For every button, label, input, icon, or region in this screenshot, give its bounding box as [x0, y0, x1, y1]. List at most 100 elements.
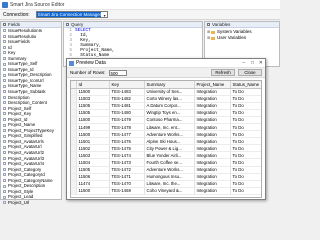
table-row[interactable]: 11500 TES-1477 Adventure Works... Integrati…: [71, 130, 261, 139]
table-cell: Adventure Works...: [144, 166, 195, 174]
column-header[interactable]: Id: [76, 81, 110, 89]
field-icon: [3, 73, 6, 77]
query-panel-title: Query: [71, 22, 84, 27]
rows-label: Number of Rows:: [70, 70, 106, 75]
table-cell: Litware, Inc. ent...: [144, 123, 195, 132]
table-row[interactable]: 11500 TES-1469 Coho Vineyard &... Integrati…: [71, 187, 261, 195]
table-cell: TES-1483: [109, 88, 145, 96]
table-cell: TES-1479: [109, 116, 145, 124]
connection-select[interactable]: Smart Jira Connection Manager ▾: [35, 11, 108, 18]
close-button[interactable]: Close: [238, 69, 262, 76]
table-cell: To Do: [230, 187, 261, 195]
rows-input[interactable]: 500: [108, 69, 127, 76]
preview-window-icon: [69, 60, 74, 66]
table-cell: Fourth Coffee se...: [144, 158, 195, 167]
table-cell: Integration: [194, 95, 231, 103]
field-icon: [3, 145, 6, 149]
field-icon: [3, 29, 6, 33]
table-row[interactable]: 11505 TES-1480 Wingtip Toys en... Integrati…: [71, 109, 261, 117]
preview-title: Preview Data: [76, 60, 106, 66]
field-icon: [3, 68, 6, 72]
table-row[interactable]: 11499 TES-1478 Litware, Inc. ent... Integra…: [71, 123, 261, 132]
connection-label: Connection:: [3, 11, 30, 18]
table-cell: Integration: [194, 187, 231, 195]
table-cell: To Do: [230, 151, 261, 160]
table-row[interactable]: 11501 TES-1476 Alpine Ski Hous... Integrati…: [71, 137, 261, 146]
table-row[interactable]: 11505 TES-1481 A Datum Corpor... Integratio…: [71, 102, 261, 110]
table-cell: Integration: [194, 137, 231, 146]
table-cell: Integration: [194, 130, 231, 139]
connection-bar: Connection: Smart Jira Connection Manage…: [0, 10, 280, 20]
column-header[interactable]: Key: [109, 81, 145, 89]
maximize-icon[interactable]: □: [251, 60, 254, 66]
field-icon: [3, 118, 6, 122]
table-cell: Adventure Works...: [144, 130, 195, 139]
connection-selected-value: Smart Jira Connection Manager: [36, 12, 101, 17]
table-cell: TES-1469: [109, 187, 145, 195]
table-cell: Integration: [194, 102, 231, 110]
table-row[interactable]: 11474 TES-1470 Litware, Inc. the... Integra…: [71, 180, 261, 188]
table-cell: TES-1473: [109, 158, 145, 167]
table-cell: 11474: [76, 180, 110, 188]
collapse-icon[interactable]: [3, 23, 6, 26]
table-row[interactable]: 11504 TES-1473 Fourth Coffee se... Integrat…: [71, 158, 261, 167]
tree-item[interactable]: Project_Url: [1, 200, 61, 206]
table-row[interactable]: 11502 TES-1475 City Power & Lig... Integrat…: [71, 144, 261, 153]
minimize-icon[interactable]: –: [242, 60, 245, 66]
table-cell: TES-1477: [109, 130, 145, 139]
table-row[interactable]: 11500 TES-1483 University of Ses... Integra…: [71, 88, 261, 96]
field-icon: [3, 140, 6, 144]
table-row[interactable]: 11503 TES-1482 Corto Winery las... Integrat…: [71, 95, 261, 103]
variables-icon: [207, 23, 210, 26]
refresh-button[interactable]: Refresh: [211, 69, 235, 76]
column-header[interactable]: Summary: [144, 81, 195, 89]
table-cell: 11504: [76, 158, 110, 167]
table-row[interactable]: 11506 TES-1471 Humongous Insu... Integratio…: [71, 173, 261, 181]
column-header[interactable]: Status_Name: [230, 81, 261, 89]
close-icon[interactable]: ✕: [259, 60, 263, 66]
table-cell: TES-1470: [109, 180, 145, 188]
table-cell: Blue Yonder Airli...: [144, 151, 195, 160]
table-cell: Integration: [194, 151, 231, 160]
field-icon: [3, 57, 6, 60]
table-cell: Litware, Inc. the...: [144, 180, 195, 188]
field-icon: [3, 95, 6, 99]
preview-data-dialog: Preview Data – □ ✕ Number of Rows: 500 R…: [66, 58, 266, 200]
table-cell: Integration: [194, 88, 231, 96]
fields-tree-panel: Fields IssueResolutionIs IssueResolutio Is…: [0, 21, 62, 205]
table-cell: Integration: [194, 116, 231, 124]
table-cell: To Do: [230, 130, 261, 139]
table-cell: Integration: [194, 144, 231, 153]
query-icon: [66, 23, 69, 26]
field-icon: [3, 162, 6, 166]
table-cell: TES-1474: [109, 151, 145, 160]
table-cell: 11501: [76, 137, 110, 146]
column-header[interactable]: Project_Name: [194, 81, 231, 89]
table-row[interactable]: 11505 TES-1472 Adventure Works... Integrati…: [71, 166, 261, 174]
fields-tree-title: Fields: [8, 22, 21, 27]
table-cell: 11505: [76, 109, 110, 117]
table-cell: 11499: [76, 123, 110, 132]
table-row[interactable]: 11500 TES-1479 Contoso Pharma... Integratio…: [71, 116, 261, 124]
field-icon: [3, 40, 6, 44]
table-cell: To Do: [230, 116, 261, 124]
variable-group[interactable]: ⊞ User Variables: [207, 35, 277, 41]
table-cell: City Power & Lig...: [144, 144, 195, 153]
field-icon: [3, 101, 6, 105]
table-cell: Integration: [194, 166, 231, 174]
table-cell: 11500: [76, 116, 110, 124]
field-icon: [3, 129, 6, 133]
table-cell: TES-1472: [109, 166, 145, 174]
table-cell: To Do: [230, 158, 261, 167]
table-cell: 11502: [76, 144, 110, 153]
field-icon: [3, 195, 6, 199]
folder-icon: [211, 36, 215, 40]
table-row[interactable]: 11503 TES-1474 Blue Yonder Airli... Integra…: [71, 151, 261, 160]
preview-grid[interactable]: Id Key Summary Project_Name Status_Name 1150…: [70, 80, 262, 198]
table-cell: Coho Vineyard &...: [144, 187, 195, 195]
preview-toolbar: Number of Rows: 500 Refresh Close: [67, 68, 265, 78]
field-icon: [3, 106, 6, 110]
table-cell: 11500: [76, 88, 110, 96]
field-icon: [3, 51, 6, 55]
table-cell: TES-1480: [109, 109, 145, 117]
